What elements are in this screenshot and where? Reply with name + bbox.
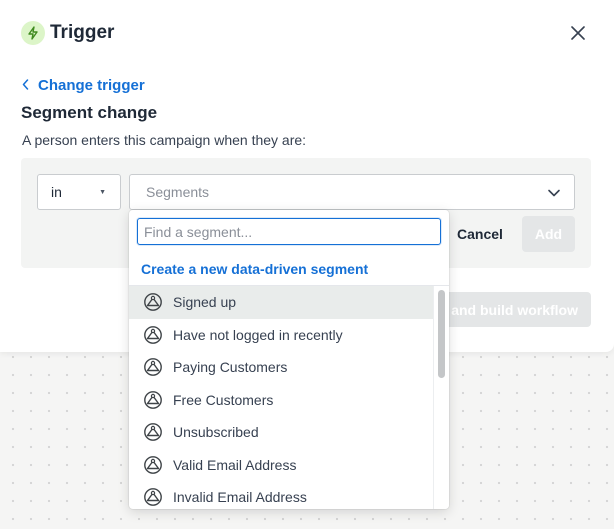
operator-select[interactable]: in ▼ bbox=[37, 174, 121, 210]
segment-dropdown: Create a new data-driven segment Signed … bbox=[129, 210, 449, 509]
chevron-down-icon bbox=[547, 186, 561, 203]
segments-placeholder: Segments bbox=[146, 184, 210, 200]
segment-label: Signed up bbox=[173, 294, 237, 311]
segment-label: Unsubscribed bbox=[173, 424, 259, 441]
segment-option[interactable]: Have not logged in recently bbox=[129, 319, 433, 352]
build-button-label: and build workflow bbox=[451, 301, 578, 318]
segment-list: Signed up Have not logged in recently Pa… bbox=[129, 286, 433, 509]
save-and-build-workflow-button[interactable]: and build workflow bbox=[440, 292, 591, 327]
segment-option[interactable]: Signed up bbox=[129, 286, 433, 319]
segment-label: Free Customers bbox=[173, 391, 274, 408]
close-icon[interactable] bbox=[569, 24, 587, 42]
segment-icon bbox=[144, 325, 162, 344]
segment-option[interactable]: Invalid Email Address bbox=[129, 481, 433, 509]
operator-value: in bbox=[51, 184, 62, 200]
segment-option[interactable]: Free Customers bbox=[129, 384, 433, 417]
create-segment-link[interactable]: Create a new data-driven segment bbox=[141, 261, 368, 277]
segment-label: Have not logged in recently bbox=[173, 326, 343, 343]
section-description: A person enters this campaign when they … bbox=[22, 132, 307, 148]
dropdown-scrollbar[interactable] bbox=[433, 286, 449, 509]
segment-icon bbox=[144, 293, 162, 312]
segment-icon bbox=[144, 488, 162, 507]
add-button[interactable]: Add bbox=[522, 216, 575, 252]
panel-title: Trigger bbox=[50, 22, 115, 43]
scrollbar-thumb[interactable] bbox=[438, 290, 445, 378]
change-trigger-link[interactable]: Change trigger bbox=[22, 77, 145, 95]
find-segment-input[interactable] bbox=[137, 218, 441, 245]
chevron-left-icon bbox=[22, 77, 29, 95]
section-title: Segment change bbox=[21, 103, 158, 122]
segment-icon bbox=[144, 390, 162, 409]
cancel-button[interactable]: Cancel bbox=[451, 216, 509, 252]
segment-label: Invalid Email Address bbox=[173, 489, 307, 506]
segments-select[interactable]: Segments bbox=[129, 174, 575, 210]
segment-icon bbox=[144, 358, 162, 377]
lightning-icon bbox=[21, 21, 45, 45]
segment-option[interactable]: Unsubscribed bbox=[129, 416, 433, 449]
segment-icon bbox=[144, 423, 162, 442]
segment-label: Paying Customers bbox=[173, 359, 288, 376]
segment-option[interactable]: Valid Email Address bbox=[129, 449, 433, 482]
caret-down-icon: ▼ bbox=[99, 189, 106, 196]
segment-option[interactable]: Paying Customers bbox=[129, 351, 433, 384]
change-trigger-label: Change trigger bbox=[38, 77, 145, 94]
segment-label: Valid Email Address bbox=[173, 456, 297, 473]
segment-icon bbox=[144, 455, 162, 474]
